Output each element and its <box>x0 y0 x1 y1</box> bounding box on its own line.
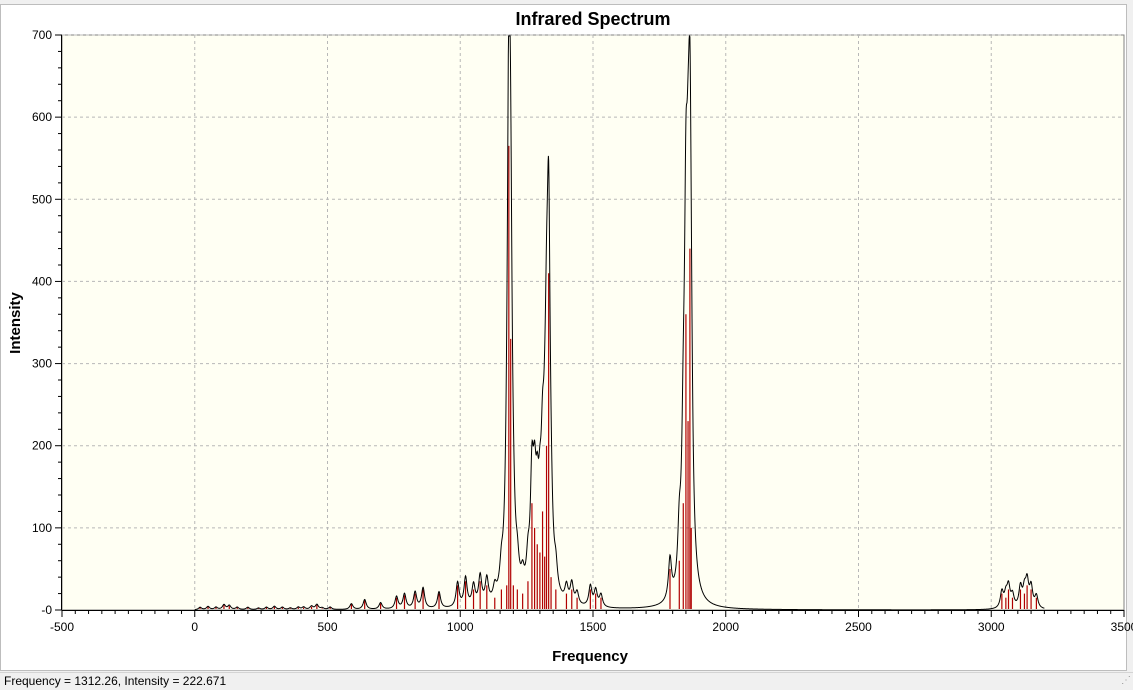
x-tick-label: -500 <box>50 620 74 634</box>
x-tick-label: 500 <box>317 620 337 634</box>
x-tick-label: 1000 <box>447 620 474 634</box>
y-tick-label: -0 <box>41 603 52 617</box>
ir-spectrum-chart: Infrared Spectrum -500 0 500 1000 1500 2000 25… <box>0 0 1133 672</box>
cursor-readout: Frequency = 1312.26, Intensity = 222.671 <box>4 674 227 688</box>
y-axis-label: Intensity <box>7 292 24 354</box>
y-tick-label: 300 <box>32 357 52 371</box>
y-tick-label: 400 <box>32 274 52 288</box>
y-tick-label: 700 <box>32 28 52 42</box>
x-tick-label: 2500 <box>845 620 872 634</box>
y-tick-label: 600 <box>32 110 52 124</box>
resize-grip-icon[interactable]: ⋰ <box>1121 672 1131 689</box>
x-tick-label: 3000 <box>978 620 1005 634</box>
status-bar: Frequency = 1312.26, Intensity = 222.671… <box>0 672 1133 690</box>
y-tick-label: 500 <box>32 192 52 206</box>
chart-title: Infrared Spectrum <box>515 9 670 29</box>
y-tick-label: 200 <box>32 439 52 453</box>
x-axis-label: Frequency <box>552 648 629 665</box>
x-tick-label: 3500 <box>1111 620 1133 634</box>
x-tick-label: 1500 <box>580 620 607 634</box>
y-tick-label: 100 <box>32 521 52 535</box>
x-tick-label: 2000 <box>712 620 739 634</box>
x-tick-label: 0 <box>191 620 198 634</box>
